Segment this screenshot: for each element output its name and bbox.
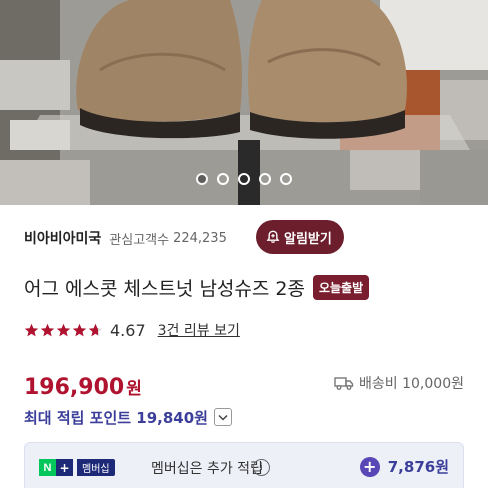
points-expand-button[interactable] [213,408,232,426]
info-icon[interactable]: i [253,459,270,476]
follow-count-label: 관심고객수 [109,232,170,248]
star-icon [24,323,39,336]
seller-name[interactable]: 비아비아미국 [24,228,101,248]
bell-plus-icon [266,230,280,243]
price-row: 196,900 원 배송비 10,000원 [24,366,464,400]
star-icon [56,323,71,336]
membership-box[interactable]: N + 멤버십 멤버십은 추가 적립 i + 7,876원 [24,442,464,488]
membership-text: 멤버십은 추가 적립 [151,461,263,477]
alarm-subscribe-label: 알림받기 [284,231,332,247]
max-points-text: 최대 적립 포인트 19,840원 [24,408,208,427]
product-title-row: 어그 에스콧 체스트넛 남성슈즈 2종 오늘출발 [24,271,464,303]
shipping-text: 배송비 10,000원 [359,376,464,392]
chevron-down-icon [218,414,228,421]
truck-icon [334,377,354,390]
gallery-dot-5[interactable] [280,173,292,185]
gallery-pagination [0,173,488,185]
membership-tag: 멤버십 [77,459,115,476]
gallery-dot-4[interactable] [259,173,271,185]
price-amount: 196,900 [24,375,125,400]
membership-points-value: 7,876원 [387,458,449,476]
points-row[interactable]: 최대 적립 포인트 19,840원 [24,405,232,429]
review-link[interactable]: 3건 리뷰 보기 [158,320,240,340]
alarm-subscribe-button[interactable]: 알림받기 [256,220,344,254]
plus-circle-icon: + [359,456,380,477]
gallery-dot-3[interactable] [238,173,250,185]
price-unit: 원 [126,379,142,399]
gallery-dot-1[interactable] [196,173,208,185]
rating-score: 4.67 [110,320,146,340]
rating-stars [24,323,103,338]
seller-info: 비아비아미국 관심고객수 224,235 알림받기 [24,218,464,258]
gallery-dot-2[interactable] [217,173,229,185]
shipping-info: 배송비 10,000원 [334,373,464,393]
product-title: 어그 에스콧 체스트넛 남성슈즈 2종 [24,277,305,300]
naver-n-logo: N [39,459,56,476]
star-icon [72,323,87,336]
star-icon [40,323,55,336]
membership-points: + 7,876원 [359,456,449,477]
product-image-gallery[interactable] [0,0,488,205]
plus-logo: + [56,459,73,476]
follow-count: 224,235 [173,230,227,246]
star-icon [88,323,103,336]
rating-row: 4.67 3건 리뷰 보기 [24,317,240,343]
today-shipping-badge: 오늘출발 [312,274,370,300]
